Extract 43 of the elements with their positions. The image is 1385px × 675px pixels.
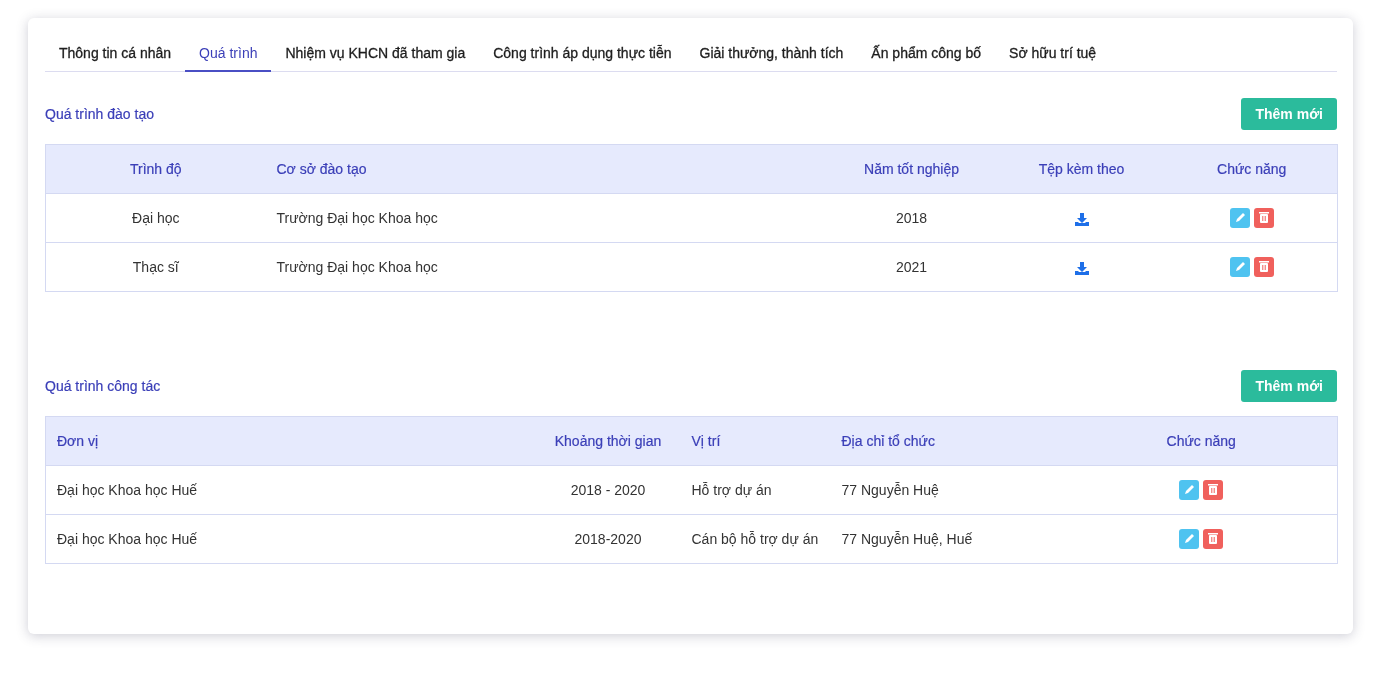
tab[interactable]: Công trình áp dụng thực tiễn xyxy=(479,36,686,72)
tab[interactable]: Ấn phẩm công bố xyxy=(857,36,996,72)
delete-icon[interactable] xyxy=(1253,208,1274,228)
column-header: Năm tốt nghiệp xyxy=(864,161,959,177)
column-header: Đơn vị xyxy=(57,433,99,449)
download-icon[interactable] xyxy=(1074,212,1089,226)
edit-icon[interactable] xyxy=(1179,529,1200,549)
tab[interactable]: Giải thưởng, thành tích xyxy=(685,36,858,72)
column-header: Cơ sở đào tạo xyxy=(276,161,367,177)
table-cell: Hỗ trợ dự án xyxy=(691,482,772,498)
table-cell: Cán bộ hỗ trợ dự án xyxy=(691,531,819,547)
table-cell: 77 Nguyễn Huệ xyxy=(841,482,939,498)
edit-icon[interactable] xyxy=(1229,257,1250,277)
column-header: Trình độ xyxy=(129,161,182,177)
table-cell: Trường Đại học Khoa học xyxy=(276,259,438,275)
delete-icon[interactable] xyxy=(1203,529,1224,549)
table-cell: 77 Nguyễn Huệ, Huế xyxy=(841,531,973,547)
delete-icon[interactable] xyxy=(1253,257,1274,277)
download-icon[interactable] xyxy=(1074,261,1089,275)
section-title: Quá trình công tác xyxy=(45,378,161,394)
column-header: Chức năng xyxy=(1166,433,1236,449)
edit-icon[interactable] xyxy=(1229,208,1250,228)
column-header: Tệp kèm theo xyxy=(1038,161,1125,177)
tab[interactable]: Sở hữu trí tuệ xyxy=(995,36,1111,72)
edit-icon[interactable] xyxy=(1179,480,1200,500)
table-cell: 2021 xyxy=(895,259,928,275)
column-header: Vị trí xyxy=(691,433,721,449)
table-cell: Thạc sĩ xyxy=(132,259,179,275)
delete-icon[interactable] xyxy=(1203,480,1224,500)
tab[interactable]: Nhiệm vụ KHCN đã tham gia xyxy=(271,36,480,72)
column-header: Chức năng xyxy=(1217,161,1287,177)
table-cell: 2018-2020 xyxy=(574,531,642,547)
tab[interactable]: Thông tin cá nhân xyxy=(45,36,186,72)
column-header: Địa chỉ tổ chức xyxy=(841,433,935,449)
table-cell: 2018 - 2020 xyxy=(570,482,646,498)
tab[interactable]: Quá trình xyxy=(185,36,272,72)
table-cell: 2018 xyxy=(895,210,928,226)
column-header: Khoảng thời gian xyxy=(554,433,662,449)
section-title: Quá trình đào tạo xyxy=(45,106,154,122)
table-cell: Đại học Khoa học Huế xyxy=(57,531,198,547)
table-cell: Đại học Khoa học Huế xyxy=(57,482,198,498)
table-cell: Đại học xyxy=(132,210,180,226)
table-cell: Trường Đại học Khoa học xyxy=(276,210,438,226)
